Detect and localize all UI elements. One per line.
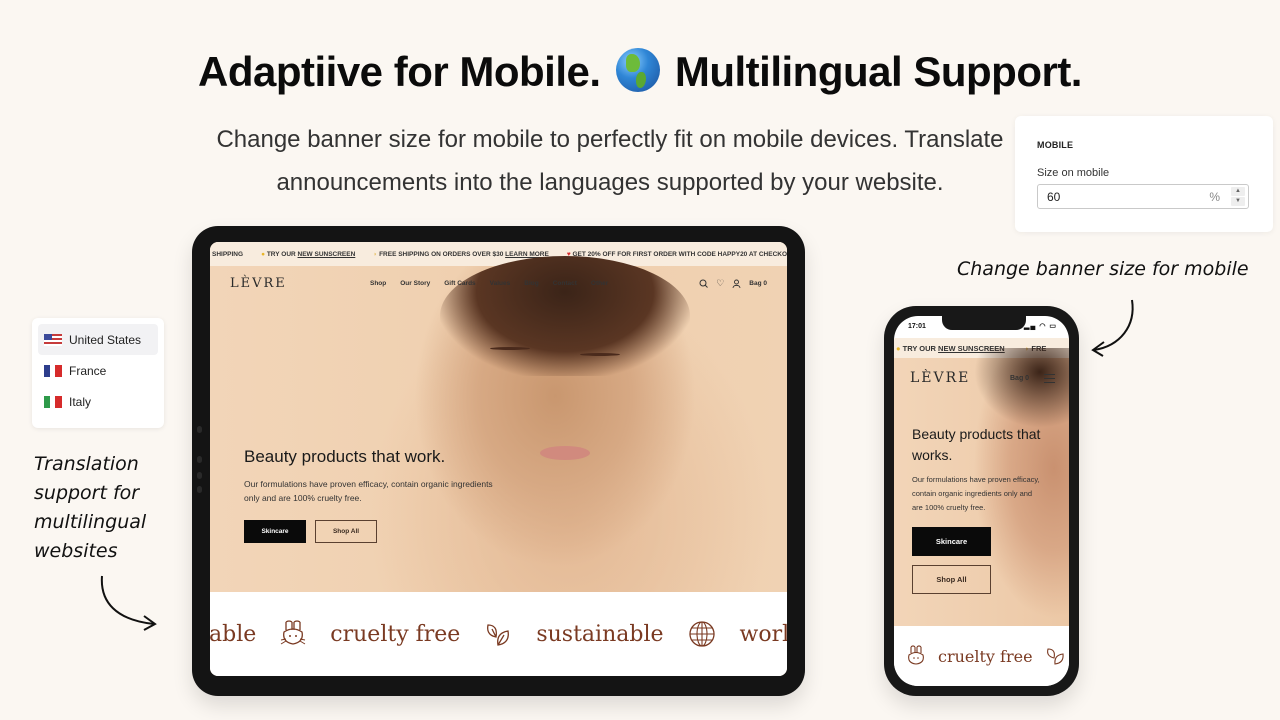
heart-icon[interactable]: ♡ <box>716 278 724 289</box>
nav-link-blog[interactable]: Blog <box>524 280 538 287</box>
decrement-icon[interactable]: ▼ <box>1231 197 1245 206</box>
hero-image-hair <box>974 348 1069 428</box>
nav-link-gift-cards[interactable]: Gift Cards <box>444 280 475 287</box>
phone-mockup: 17:01 ▂▄ ◠ ▭ ● TRY OUR NEW SUNSCREEN ◗ F… <box>884 306 1079 696</box>
leaves-icon <box>487 624 510 646</box>
size-on-mobile-label: Size on mobile <box>1037 167 1110 179</box>
hero-title: Beauty products that work. <box>244 447 446 466</box>
nav-link-contact[interactable]: Contact <box>553 280 577 287</box>
hero-text: Beauty products that work. Our formulati… <box>244 445 504 543</box>
marquee-text: sustainable <box>536 621 664 647</box>
hero-body: Our formulations have proven efficacy, c… <box>244 479 493 503</box>
number-stepper[interactable]: ▲ ▼ <box>1231 187 1245 206</box>
size-on-mobile-input[interactable] <box>1047 190 1197 204</box>
headline-part-1: Adaptiive for Mobile. <box>198 48 601 95</box>
curved-arrow-right-icon <box>100 575 157 631</box>
marquee-text: lable <box>210 621 257 647</box>
bag-link[interactable]: Bag 0 <box>749 280 767 287</box>
globe-americas-icon <box>615 48 660 92</box>
increment-icon[interactable]: ▲ <box>1231 187 1245 196</box>
announcement-bar: SHIPPING ● TRY OUR NEW SUNSCREEN ◗ FREE … <box>210 242 787 266</box>
phone-screen: 17:01 ▂▄ ◠ ▭ ● TRY OUR NEW SUNSCREEN ◗ F… <box>894 316 1069 686</box>
nav-links: Shop Our Story Gift Cards Values Blog Co… <box>370 280 608 287</box>
language-label: United States <box>69 332 142 347</box>
status-bar: 17:01 ▂▄ ◠ ▭ <box>894 316 1069 338</box>
page-subheading: Change banner size for mobile to perfect… <box>216 126 1004 196</box>
announcement-item: ● TRY OUR NEW SUNSCREEN <box>261 250 356 258</box>
headline-part-2: Multilingual Support. <box>674 48 1083 95</box>
account-icon[interactable] <box>732 279 741 288</box>
signal-wifi-battery-icon: ▂▄ ◠ ▭ <box>1024 323 1057 330</box>
language-selector: United States France Italy <box>32 318 164 428</box>
announcement-item: ♥ GET 20% OFF FOR FIRST ORDER WITH CODE … <box>566 250 787 258</box>
tablet-sensor <box>197 486 202 493</box>
hero-image-eye <box>580 353 620 356</box>
language-label: Italy <box>69 394 92 409</box>
curved-arrow-left-icon <box>1091 299 1134 357</box>
bunny-icon <box>908 645 924 665</box>
language-option-italy[interactable]: Italy <box>38 386 158 417</box>
size-on-mobile-field[interactable]: % ▲ ▼ <box>1037 184 1249 209</box>
sun-icon: ● <box>896 343 901 353</box>
language-option-france[interactable]: France <box>38 355 158 386</box>
site-logo[interactable]: LÈVRE <box>230 276 287 291</box>
marquee-text: worldw <box>739 621 788 647</box>
marquee-text: cruelty free <box>330 621 461 647</box>
site-logo[interactable]: LÈVRE <box>910 370 970 386</box>
language-option-united-states[interactable]: United States <box>38 324 158 355</box>
hero-body: Our formulations have proven efficacy, c… <box>912 475 1040 512</box>
skincare-button[interactable]: Skincare <box>912 527 991 556</box>
status-time: 17:01 <box>908 323 926 330</box>
leaves-icon <box>1046 648 1064 665</box>
skincare-button[interactable]: Skincare <box>244 520 306 543</box>
values-marquee: lable cruelty free sustainable worldw <box>210 592 787 676</box>
hero-image-lips <box>540 446 590 460</box>
search-icon[interactable] <box>699 279 709 288</box>
hero-image <box>210 256 787 592</box>
page-headline: Adaptiive for Mobile. Multilingual Suppo… <box>0 48 1280 96</box>
announcement-link[interactable]: NEW SUNSCREEN <box>298 251 356 258</box>
banner-size-annotation: Change banner size for mobile <box>957 258 1249 280</box>
nav-link-other[interactable]: Other <box>591 280 608 287</box>
language-label: France <box>69 363 107 378</box>
hero-image-eye <box>490 347 530 350</box>
marquee-text: cruelty free <box>938 646 1033 666</box>
nav-link-our-story[interactable]: Our Story <box>400 280 430 287</box>
section-title: MOBILE <box>1037 140 1074 150</box>
tablet-sensor <box>197 472 202 479</box>
announcement-item: SHIPPING <box>212 250 244 258</box>
tablet-sensor <box>197 456 202 463</box>
tablet-sensor <box>197 426 202 433</box>
translation-annotation: Translation support for multilingual web… <box>34 453 147 562</box>
hero-text: Beauty products that works. Our formulat… <box>912 424 1042 594</box>
bag-link[interactable]: Bag 0 <box>1010 375 1029 382</box>
hero-title: Beauty products that works. <box>912 426 1041 463</box>
nav-link-shop[interactable]: Shop <box>370 280 386 287</box>
shop-all-button[interactable]: Shop All <box>315 520 377 543</box>
italy-flag-icon <box>44 395 62 408</box>
bunny-icon <box>281 620 306 645</box>
france-flag-icon <box>44 364 62 377</box>
us-flag-icon <box>44 333 62 346</box>
lemon-icon: ◗ <box>373 250 378 258</box>
nav-link-values[interactable]: Values <box>490 280 511 287</box>
tablet-mockup: SHIPPING ● TRY OUR NEW SUNSCREEN ◗ FREE … <box>192 226 805 696</box>
tablet-screen: SHIPPING ● TRY OUR NEW SUNSCREEN ◗ FREE … <box>210 242 787 676</box>
shop-all-button[interactable]: Shop All <box>912 565 991 594</box>
hero-image: LÈVRE Bag 0 Beauty products that works. … <box>894 348 1069 626</box>
sun-icon: ● <box>261 250 265 258</box>
hamburger-menu-icon[interactable] <box>1044 374 1055 386</box>
values-marquee: cruelty free <box>894 626 1069 686</box>
mobile-settings-card: MOBILE Size on mobile % ▲ ▼ <box>1015 116 1273 232</box>
nav-icons: ♡ Bag 0 <box>699 278 767 289</box>
phone-notch <box>942 316 1026 330</box>
globe-icon <box>688 621 715 647</box>
percent-suffix: % <box>1209 190 1220 204</box>
site-navigation: LÈVRE Shop Our Story Gift Cards Values B… <box>210 266 787 300</box>
announcement-item: ◗ FREE SHIPPING ON ORDERS OVER $30 LEARN… <box>373 250 549 258</box>
